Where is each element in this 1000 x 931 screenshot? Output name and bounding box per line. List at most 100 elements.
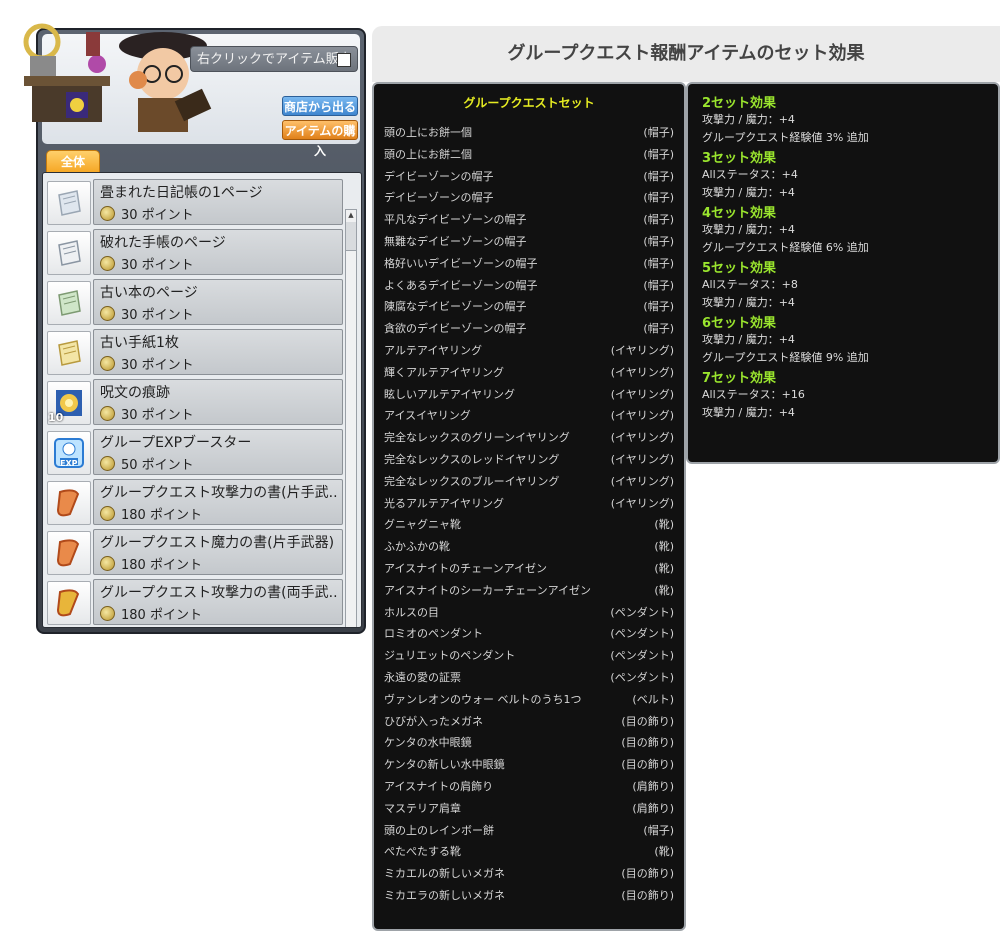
set-item-category: (靴) [654, 540, 674, 554]
old-letter-icon [47, 331, 91, 375]
item-info: 古い手紙1枚 30 ポイント [93, 329, 343, 375]
set-item-name: 完全なレックスのグリーンイヤリング [384, 431, 570, 445]
scroll-icon [47, 481, 91, 525]
set-item-row: よくあるデイビーゾーンの帽子 (帽子) [384, 277, 674, 297]
set-item-category: (イヤリング) [610, 344, 674, 357]
set-effect-line: グループクエスト経験値 3% 追加 [702, 131, 869, 144]
item-name: 破れた手帳のページ [100, 235, 226, 251]
set-item-name: アイスナイトのチェーンアイゼン [384, 562, 548, 575]
set-item-category: (肩飾り) [632, 780, 674, 793]
set-item-name: ミカエルの新しいメガネ [384, 867, 505, 881]
price-text: 30 ポイント [121, 208, 194, 223]
set-effect-line: 攻撃力 / 魔力：+4 [702, 186, 795, 199]
set-item-name: アイスイヤリング [384, 409, 471, 423]
set-item-category: (帽子) [643, 235, 674, 248]
set-item-name: 光るアルテアイヤリング [384, 496, 505, 510]
item-name: 呪文の痕跡 [100, 385, 170, 401]
exit-shop-button[interactable]: 商店から出る [282, 96, 358, 116]
list-item[interactable]: 10 呪文の痕跡 30 ポイント [47, 379, 343, 425]
coin-icon [100, 206, 115, 221]
set-item-name: デイビーゾーンの帽子 [384, 169, 494, 183]
item-price: 50 ポイント [100, 454, 194, 473]
price-text: 30 ポイント [121, 358, 194, 373]
list-item[interactable]: EXP グループEXPブースター 50 ポイント [47, 429, 343, 475]
set-item-name: ジュリエットのペンダント [384, 649, 516, 663]
set-item-row: ふかふかの靴 (靴) [384, 538, 674, 558]
set-effect-line: 攻撃力 / 魔力：+4 [702, 333, 795, 346]
coin-icon [100, 556, 115, 571]
set-item-category: (イヤリング) [610, 453, 674, 466]
set-item-category: (目の飾り) [621, 889, 674, 902]
set-item-name: 完全なレックスのレッドイヤリング [384, 453, 560, 466]
scroll-thumb[interactable] [346, 222, 356, 251]
item-info: 破れた手帳のページ 30 ポイント [93, 229, 343, 275]
set-item-name: よくあるデイビーゾーンの帽子 [384, 278, 538, 292]
set-item-name: 眩しいアルテアイヤリング [384, 387, 516, 401]
set-item-name: マステリア肩章 [384, 801, 461, 815]
set-item-category: (ペンダント) [610, 605, 674, 619]
set-effect-title: 5セット効果 [702, 261, 777, 276]
set-effect-title: 2セット効果 [702, 96, 777, 111]
set-item-name: アイスナイトの肩飾り [384, 780, 494, 793]
set-item-category: (目の飾り) [621, 714, 674, 728]
right-click-sell-toggle[interactable]: 右クリックでアイテム販売 [190, 46, 358, 72]
list-item[interactable]: 古い手紙1枚 30 ポイント [47, 329, 343, 375]
coin-icon [100, 306, 115, 321]
exp-label: EXP [60, 459, 78, 468]
merchant-npc-image [119, 32, 212, 132]
buy-item-button[interactable]: アイテムの購入 [282, 120, 358, 158]
set-item-row: 頭の上にお餅一個 (帽子) [384, 124, 674, 144]
set-item-row: アルテアイヤリング (イヤリング) [384, 342, 674, 362]
set-item-row: デイビーゾーンの帽子 (帽子) [384, 189, 674, 209]
set-item-category: (帽子) [643, 300, 674, 314]
set-item-name: ケンタの新しい水中眼鏡 [384, 758, 505, 772]
set-item-name: ヴァンレオンのウォー ベルトのうち1つ [384, 692, 582, 706]
item-info: 呪文の痕跡 30 ポイント [93, 379, 343, 425]
item-price: 180 ポイント [100, 604, 202, 623]
item-name: グループEXPブースター [100, 435, 252, 451]
set-item-category: (帽子) [643, 256, 674, 270]
set-item-row: ヴァンレオンのウォー ベルトのうち1つ (ベルト) [384, 691, 674, 711]
set-item-row: デイビーゾーンの帽子 (帽子) [384, 168, 674, 188]
set-item-row: 輝くアルテアイヤリング (イヤリング) [384, 364, 674, 384]
set-item-category: (ベルト) [632, 692, 674, 706]
set-item-row: 格好いいデイビーゾーンの帽子 (帽子) [384, 255, 674, 275]
list-item[interactable]: 畳まれた日記帳の1ページ 30 ポイント [47, 179, 343, 225]
list-item[interactable]: グループクエスト魔力の書(片手武器) 180 ポイント [47, 529, 343, 575]
coin-icon [100, 256, 115, 271]
price-text: 50 ポイント [121, 458, 194, 473]
list-scrollbar[interactable]: ▲ ▼ [345, 209, 357, 627]
set-item-category: (帽子) [643, 213, 674, 227]
set-item-category: (帽子) [643, 278, 674, 292]
item-price: 30 ポイント [100, 204, 194, 223]
set-item-category: (目の飾り) [621, 736, 674, 750]
shop-header: 右クリックでアイテム販売 商店から出る アイテムの購入 [23, 23, 360, 158]
folded-page-icon [47, 181, 91, 225]
set-item-name: 無難なデイビーゾーンの帽子 [384, 235, 527, 248]
set-item-row: ホルスの目 (ペンダント) [384, 604, 674, 624]
price-text: 180 ポイント [121, 608, 202, 623]
set-effect-line: グループクエスト経験値 6% 追加 [702, 241, 869, 254]
set-effect-line: Allステータス：+16 [702, 388, 805, 401]
set-item-name: 永遠の愛の証票 [384, 671, 461, 684]
set-item-row: ひびが入ったメガネ (目の飾り) [384, 713, 674, 733]
set-effect-line: Allステータス：+4 [702, 168, 798, 181]
list-item[interactable]: グループクエスト攻撃力の書(片手武... 180 ポイント [47, 479, 343, 525]
sell-checkbox[interactable] [337, 53, 351, 67]
tab-all[interactable]: 全体 [46, 150, 100, 173]
set-item-row: 貪欲のデイビーゾーンの帽子 (帽子) [384, 320, 674, 340]
set-item-name: アルテアイヤリング [384, 344, 483, 357]
set-item-row: マステリア肩章 (肩飾り) [384, 800, 674, 820]
set-item-name: ぺたぺたする靴 [384, 845, 461, 859]
old-book-page-icon [47, 281, 91, 325]
list-item[interactable]: 破れた手帳のページ 30 ポイント [47, 229, 343, 275]
list-item[interactable]: グループクエスト攻撃力の書(両手武... 180 ポイント [47, 579, 343, 625]
set-item-name: 輝くアルテアイヤリング [384, 365, 505, 379]
scroll-up-icon[interactable]: ▲ [346, 210, 356, 220]
torn-page-icon [47, 231, 91, 275]
set-item-category: (ペンダント) [610, 649, 674, 663]
set-item-name: 頭の上のレインボー餅 [384, 823, 494, 837]
set-item-row: ミカエルの新しいメガネ (目の飾り) [384, 865, 674, 885]
coin-icon [100, 606, 115, 621]
list-item[interactable]: 古い本のページ 30 ポイント [47, 279, 343, 325]
